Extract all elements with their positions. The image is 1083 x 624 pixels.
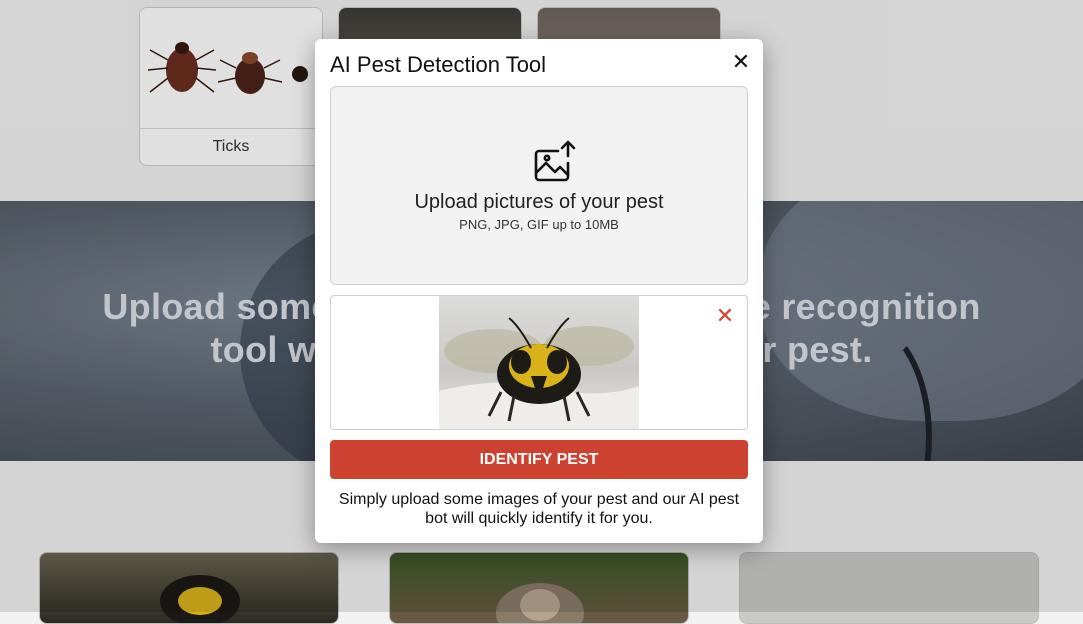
- dropzone-subtitle: PNG, JPG, GIF up to 10MB: [459, 217, 619, 232]
- upload-dropzone[interactable]: Upload pictures of your pest PNG, JPG, G…: [330, 86, 748, 285]
- uploaded-image-preview: ✕: [330, 295, 748, 430]
- help-text: Simply upload some images of your pest a…: [338, 491, 740, 527]
- wasp-preview-image: [439, 296, 639, 429]
- dropzone-title: Upload pictures of your pest: [414, 191, 664, 213]
- remove-image-button[interactable]: ✕: [714, 304, 736, 328]
- pest-detection-modal: AI Pest Detection Tool ✕ Upload pictures…: [315, 39, 763, 543]
- close-button[interactable]: ✕: [730, 51, 752, 73]
- close-icon: ✕: [731, 49, 751, 74]
- identify-pest-button[interactable]: IDENTIFY PEST: [330, 440, 748, 479]
- image-upload-icon: [534, 140, 576, 182]
- modal-title: AI Pest Detection Tool: [330, 52, 547, 77]
- remove-icon: ✕: [715, 303, 735, 328]
